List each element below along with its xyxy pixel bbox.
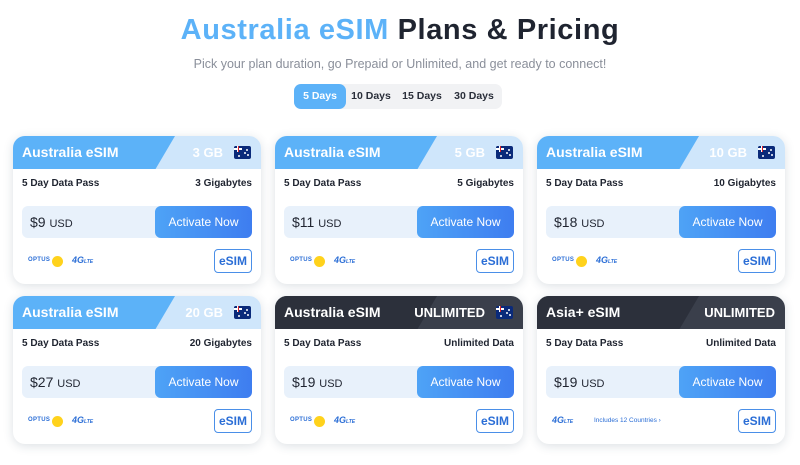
plan-name: Australia eSIM (22, 144, 119, 160)
activate-now-button[interactable]: Activate Now (417, 366, 514, 398)
page-title: Australia eSIM Plans & Pricing (0, 14, 800, 47)
plan-data-amount: Unlimited Data (443, 338, 514, 349)
plan-pass-label: 5 Day Data Pass (546, 178, 624, 189)
esim-badge-icon: eSIM (738, 249, 776, 273)
price-box: $27 USD Activate Now (22, 366, 252, 398)
plan-data-size: 10 GB (709, 145, 747, 160)
4g-lte-icon: 4GLTE (334, 415, 356, 425)
plan-name: Australia eSIM (284, 144, 381, 160)
plan-card: Asia+ eSIM UNLIMITED 5 Day Data Pass Unl… (537, 296, 785, 444)
plan-data-size: UNLIMITED (414, 305, 485, 320)
plan-card: Australia eSIM UNLIMITED 5 Day Data Pass… (275, 296, 523, 444)
esim-badge-icon: eSIM (214, 409, 252, 433)
plan-data-amount: 10 Gigabytes (713, 178, 776, 189)
price-box: $19 USD Activate Now (284, 366, 514, 398)
activate-now-button[interactable]: Activate Now (679, 366, 776, 398)
plan-name: Australia eSIM (284, 304, 381, 320)
plan-data-size: 20 GB (185, 305, 223, 320)
price-box: $9 USD Activate Now (22, 206, 252, 238)
plan-card-header: Australia eSIM 5 GB (275, 136, 523, 169)
plan-price: $19 (554, 374, 578, 390)
plan-data-amount: 3 Gigabytes (195, 178, 252, 189)
page-title-rest: Plans & Pricing (397, 14, 620, 46)
plan-currency: USD (318, 218, 342, 230)
tab-10-days[interactable]: 10 Days (346, 84, 396, 109)
plan-pass-label: 5 Day Data Pass (284, 338, 362, 349)
plan-price: $19 (292, 374, 316, 390)
esim-badge-icon: eSIM (476, 249, 514, 273)
plan-currency: USD (319, 378, 343, 390)
plan-pass-label: 5 Day Data Pass (284, 178, 362, 189)
plan-card: Australia eSIM 10 GB 5 Day Data Pass 10 … (537, 136, 785, 284)
plan-data-amount: 20 Gigabytes (189, 338, 252, 349)
australia-flag-icon (234, 306, 251, 319)
tab-15-days[interactable]: 15 Days (396, 84, 448, 109)
plan-card-header: Asia+ eSIM UNLIMITED (537, 296, 785, 329)
australia-flag-icon (234, 146, 251, 159)
activate-now-button[interactable]: Activate Now (679, 206, 776, 238)
plan-name: Australia eSIM (22, 304, 119, 320)
4g-lte-icon: 4GLTE (72, 415, 94, 425)
plan-data-amount: 5 Gigabytes (457, 178, 514, 189)
plan-name: Australia eSIM (546, 144, 643, 160)
australia-flag-icon (496, 306, 513, 319)
plan-data-amount: Unlimited Data (705, 338, 776, 349)
4g-lte-icon: 4GLTE (596, 255, 618, 265)
page-subtitle: Pick your plan duration, go Prepaid or U… (193, 57, 607, 71)
plan-card: Australia eSIM 3 GB 5 Day Data Pass 3 Gi… (13, 136, 261, 284)
plan-data-size: UNLIMITED (704, 305, 775, 320)
plan-name: Asia+ eSIM (546, 304, 621, 320)
plan-price: $27 (30, 374, 54, 390)
esim-badge-icon: eSIM (476, 409, 514, 433)
plan-pass-label: 5 Day Data Pass (546, 338, 624, 349)
tab-30-days[interactable]: 30 Days (448, 84, 500, 109)
plan-currency: USD (57, 378, 81, 390)
plan-currency: USD (49, 218, 73, 230)
esim-badge-icon: eSIM (214, 249, 252, 273)
plan-card: Australia eSIM 5 GB 5 Day Data Pass 5 Gi… (275, 136, 523, 284)
plan-currency: USD (581, 218, 605, 230)
activate-now-button[interactable]: Activate Now (417, 206, 514, 238)
price-box: $11 USD Activate Now (284, 206, 514, 238)
plan-currency: USD (581, 378, 605, 390)
includes-countries-link[interactable]: Includes 12 Countries › (594, 417, 661, 424)
plan-price: $18 (554, 214, 578, 230)
plan-card-header: Australia eSIM UNLIMITED (275, 296, 523, 329)
activate-now-button[interactable]: Activate Now (155, 366, 252, 398)
esim-badge-icon: eSIM (738, 409, 776, 433)
activate-now-button[interactable]: Activate Now (155, 206, 252, 238)
plan-data-size: 3 GB (192, 145, 223, 160)
4g-lte-icon: 4GLTE (552, 415, 574, 425)
duration-tabs: 5 Days 10 Days 15 Days 30 Days (294, 84, 502, 109)
price-box: $19 USD Activate Now (546, 366, 776, 398)
plan-card-header: Australia eSIM 20 GB (13, 296, 261, 329)
price-box: $18 USD Activate Now (546, 206, 776, 238)
plan-data-size: 5 GB (454, 145, 485, 160)
tab-5-days[interactable]: 5 Days (294, 84, 346, 109)
plan-price: $9 (30, 214, 46, 230)
australia-flag-icon (496, 146, 513, 159)
plan-card-header: Australia eSIM 10 GB (537, 136, 785, 169)
australia-flag-icon (758, 146, 775, 159)
plan-card: Australia eSIM 20 GB 5 Day Data Pass 20 … (13, 296, 261, 444)
4g-lte-icon: 4GLTE (72, 255, 94, 265)
plan-pass-label: 5 Day Data Pass (22, 178, 100, 189)
plan-card-header: Australia eSIM 3 GB (13, 136, 261, 169)
plan-pass-label: 5 Day Data Pass (22, 338, 100, 349)
plan-price: $11 (292, 214, 315, 230)
page-title-accent: Australia eSIM (180, 14, 389, 46)
4g-lte-icon: 4GLTE (334, 255, 356, 265)
